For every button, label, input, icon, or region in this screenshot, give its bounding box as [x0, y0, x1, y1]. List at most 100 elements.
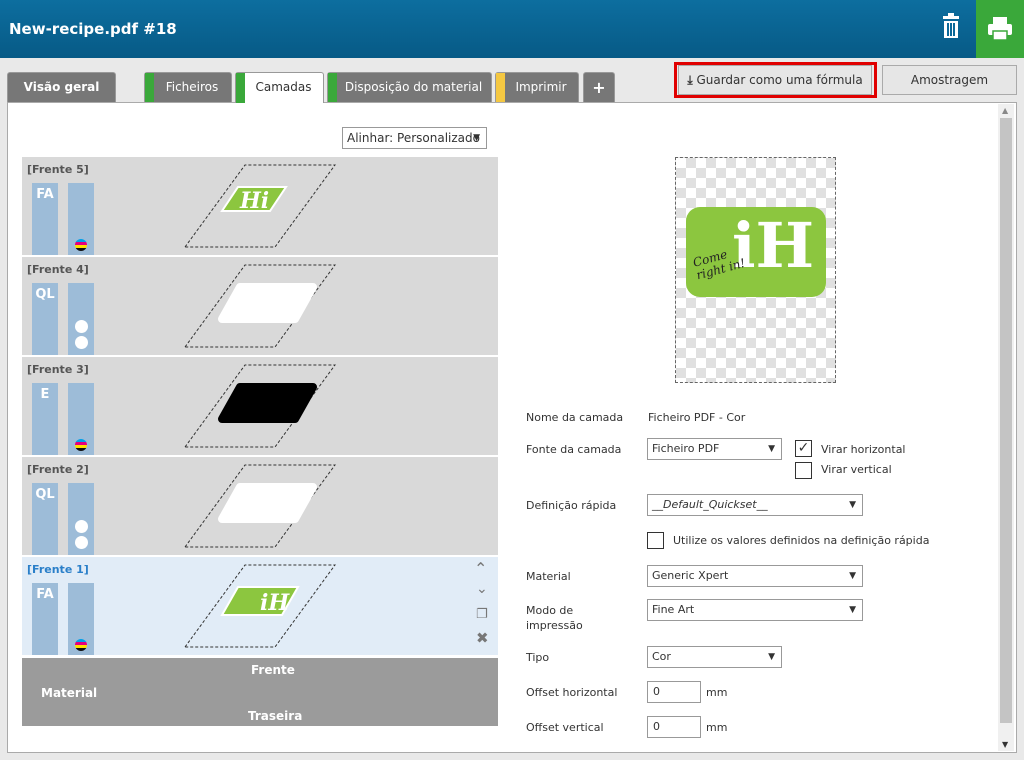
- layer-name-label: Nome da camada: [526, 411, 624, 424]
- material-back-label: Traseira: [248, 709, 303, 723]
- layer-code: E: [32, 383, 58, 455]
- flip-horizontal-checkbox[interactable]: ✓: [795, 440, 812, 457]
- offset-vertical-input[interactable]: 0: [647, 716, 701, 738]
- layer-name-value: Ficheiro PDF - Cor: [648, 411, 746, 424]
- print-mode-label: impressão: [526, 619, 583, 632]
- status-bar: [496, 73, 505, 102]
- offset-horizontal-label: Offset horizontal: [526, 686, 618, 699]
- material-front-label: Frente: [251, 663, 295, 677]
- white-ink-icon: [75, 320, 88, 333]
- layer-name: [Frente 1]: [27, 563, 89, 576]
- tab-print[interactable]: Imprimir: [495, 72, 579, 102]
- tab-files-label: Ficheiros: [165, 80, 219, 94]
- duplicate-icon[interactable]: ❐: [476, 607, 488, 622]
- move-down-icon[interactable]: ⌄: [476, 581, 488, 597]
- white-ink-icon: [75, 536, 88, 549]
- tab-media-layout-label: Disposição do material: [344, 80, 483, 94]
- print-mode-value: Fine Art: [652, 603, 695, 616]
- layer-preview-large: iH Come right in!: [675, 157, 836, 383]
- chevron-down-icon: ▼: [849, 605, 856, 615]
- chevron-down-icon: ▼: [768, 652, 775, 662]
- layer-item[interactable]: [Frente 2] QL: [22, 457, 498, 556]
- layer-preview: [184, 264, 336, 348]
- tab-overview[interactable]: Visão geral: [7, 72, 116, 102]
- material-select[interactable]: Generic Xpert ▼: [647, 565, 863, 587]
- chevron-down-icon: ▼: [768, 444, 775, 454]
- flip-vertical-label: Virar vertical: [821, 463, 892, 476]
- quickset-label: Definição rápida: [526, 499, 617, 512]
- save-as-formula-label: Guardar como uma fórmula: [696, 73, 863, 87]
- material-label: Material: [41, 686, 98, 700]
- layer-source-value: Ficheiro PDF: [652, 442, 720, 455]
- material-field-label: Material: [526, 570, 571, 583]
- material-value: Generic Xpert: [652, 569, 729, 582]
- vertical-scrollbar[interactable]: ▲ ▼: [998, 104, 1014, 751]
- use-quickset-checkbox[interactable]: [647, 532, 664, 549]
- document-title: New-recipe.pdf #18: [9, 20, 177, 38]
- white-ink-icon: [75, 520, 88, 533]
- cmyk-icon: [75, 639, 87, 651]
- sampling-button[interactable]: Amostragem: [882, 65, 1017, 95]
- layer-preview: [184, 464, 336, 548]
- print-mode-label: Modo de: [526, 604, 574, 617]
- unit-label: mm: [706, 721, 728, 734]
- layer-code: QL: [32, 483, 58, 555]
- print-button[interactable]: [976, 0, 1024, 58]
- layer-source-label: Fonte da camada: [526, 443, 622, 456]
- tab-files[interactable]: Ficheiros: [144, 72, 232, 102]
- save-as-formula-button[interactable]: ⤓ Guardar como uma fórmula: [678, 65, 872, 95]
- thumb-ih-text: iH: [260, 590, 290, 616]
- layer-source-select[interactable]: Ficheiro PDF ▼: [647, 438, 782, 460]
- layer-item[interactable]: [Frente 4] QL: [22, 257, 498, 356]
- cmyk-icon: [75, 239, 87, 251]
- unit-label: mm: [706, 686, 728, 699]
- layer-item[interactable]: [Frente 3] E: [22, 357, 498, 456]
- layer-code: QL: [32, 283, 58, 355]
- printer-icon: [988, 17, 1012, 41]
- tab-layers-label: Camadas: [255, 80, 312, 94]
- scroll-up-icon[interactable]: ▲: [1002, 106, 1008, 115]
- layer-item[interactable]: [Frente 5] FA Hi: [22, 157, 498, 256]
- layer-ink-indicator: [68, 283, 94, 355]
- type-select[interactable]: Cor ▼: [647, 646, 782, 668]
- chevron-down-icon: ▼: [473, 133, 480, 143]
- tab-print-label: Imprimir: [515, 80, 567, 94]
- type-value: Cor: [652, 650, 671, 663]
- offset-horizontal-input[interactable]: 0: [647, 681, 701, 703]
- trash-icon[interactable]: [934, 10, 968, 46]
- chevron-down-icon: ▼: [849, 500, 856, 510]
- chevron-down-icon: ▼: [849, 571, 856, 581]
- white-ink-icon: [75, 336, 88, 349]
- use-quickset-label: Utilize os valores definidos na definiçã…: [673, 534, 930, 547]
- tab-layers[interactable]: Camadas: [235, 72, 324, 103]
- tab-media-layout[interactable]: Disposição do material: [327, 72, 492, 102]
- move-up-icon[interactable]: ⌃: [474, 559, 487, 578]
- add-tab-button[interactable]: +: [583, 72, 615, 102]
- offset-vertical-label: Offset vertical: [526, 721, 604, 734]
- print-mode-select[interactable]: Fine Art ▼: [647, 599, 863, 621]
- cmyk-icon: [75, 439, 87, 451]
- type-label: Tipo: [526, 651, 550, 664]
- scrollbar-thumb[interactable]: [1000, 118, 1012, 723]
- flip-horizontal-label: Virar horizontal: [821, 443, 906, 456]
- layer-ink-indicator: [68, 483, 94, 555]
- material-footer: Frente Material Traseira: [22, 658, 498, 726]
- thumb-hi-text: Hi: [239, 188, 269, 214]
- scroll-down-icon[interactable]: ▼: [1002, 740, 1008, 749]
- layer-ink-indicator: [68, 383, 94, 455]
- layer-name: [Frente 5]: [27, 163, 89, 176]
- layer-code: FA: [32, 183, 58, 255]
- align-select[interactable]: Alinhar: Personalizado ▼: [342, 127, 487, 149]
- flip-vertical-checkbox[interactable]: [795, 462, 812, 479]
- app-header: New-recipe.pdf #18: [0, 0, 1024, 58]
- sampling-label: Amostragem: [910, 73, 989, 87]
- layer-name: [Frente 3]: [27, 363, 89, 376]
- layer-name: [Frente 4]: [27, 263, 89, 276]
- logo-preview: iH Come right in!: [686, 207, 826, 297]
- layer-preview: Hi: [184, 164, 336, 248]
- layer-item-selected[interactable]: [Frente 1] FA iH ⌃ ⌄ ❐ ✖: [22, 557, 498, 656]
- layer-ink-indicator: [68, 583, 94, 655]
- delete-layer-icon[interactable]: ✖: [476, 629, 489, 647]
- layer-ink-indicator: [68, 183, 94, 255]
- quickset-select[interactable]: __Default_Quickset__ ▼: [647, 494, 863, 516]
